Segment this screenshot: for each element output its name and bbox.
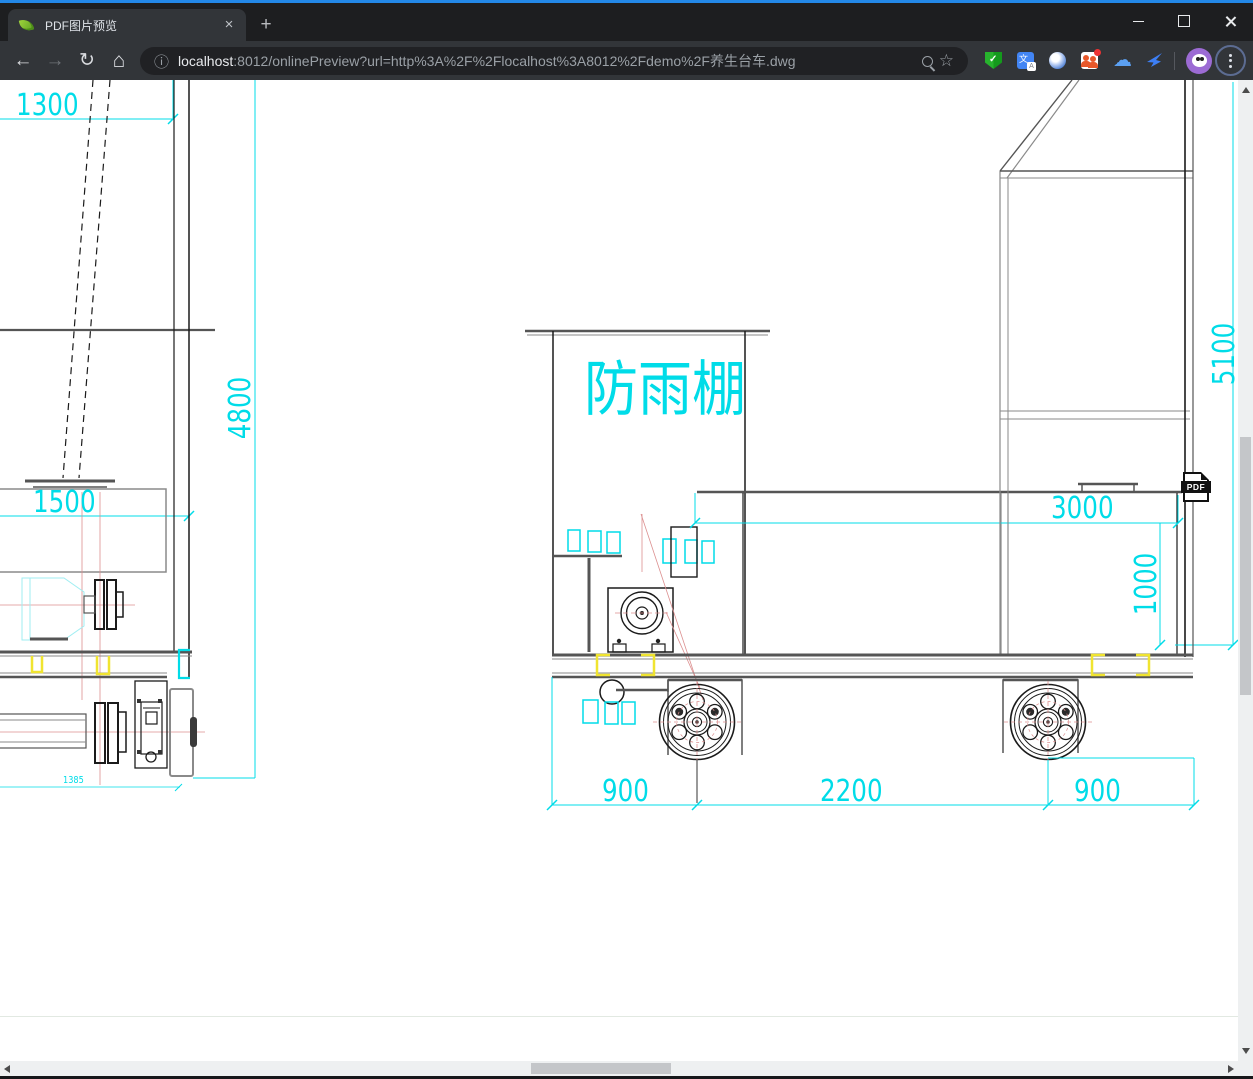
window-controls	[1115, 3, 1253, 39]
shelter-text-label: 防雨棚	[584, 355, 746, 425]
eye-dot	[1199, 57, 1204, 61]
vertical-scrollbar[interactable]	[1238, 80, 1253, 1061]
pdf-icon-label: PDF	[1181, 481, 1211, 493]
back-button[interactable]: ←	[8, 41, 38, 80]
scroll-down-arrow-icon[interactable]	[1242, 1048, 1250, 1054]
scrollbar-corner	[1238, 1061, 1253, 1076]
forward-button[interactable]: →	[40, 41, 70, 80]
person-icon	[1088, 56, 1098, 68]
maximize-button[interactable]	[1161, 3, 1207, 39]
extensions-divider	[1174, 52, 1175, 70]
minimize-button[interactable]	[1115, 3, 1161, 39]
translate-extension-icon[interactable]: 文 A	[1017, 52, 1036, 71]
dim-4800: 4800	[223, 376, 258, 440]
person-icon	[1081, 55, 1091, 67]
dim-900-right: 900	[1074, 774, 1121, 809]
url-host: localhost	[178, 53, 234, 69]
spring-leaf-favicon	[18, 17, 35, 33]
dim-900-left: 900	[602, 774, 649, 809]
vertical-scrollbar-thumb[interactable]	[1240, 437, 1251, 695]
notification-badge	[1094, 49, 1101, 56]
cad-drawing-canvas	[0, 79, 1239, 811]
tab-title: PDF图片预览	[45, 18, 118, 33]
dim-1300: 1300	[16, 88, 79, 123]
panda-face-icon	[1191, 54, 1207, 67]
pdf-icon-fold	[1201, 472, 1209, 480]
scroll-right-arrow-icon[interactable]	[1228, 1065, 1234, 1073]
sphere-extension-icon[interactable]	[1049, 52, 1066, 69]
page-boundary-line	[0, 1016, 1253, 1017]
cloud-extension-icon[interactable]: ☁	[1113, 51, 1132, 70]
close-icon	[1224, 15, 1237, 28]
shield-check-glyph: ✓	[989, 54, 998, 65]
scroll-left-arrow-icon[interactable]	[4, 1065, 10, 1073]
bookmark-star-icon[interactable]: ☆	[939, 51, 954, 71]
tab-bar: PDF图片预览 × +	[0, 3, 1253, 41]
dim-1000: 1000	[1129, 552, 1164, 616]
close-window-button[interactable]	[1207, 3, 1253, 39]
dim-2200: 2200	[820, 774, 883, 809]
address-bar[interactable]: ⓘ localhost:8012/onlinePreview?url=http%…	[140, 47, 968, 75]
url-path: :8012/onlinePreview?url=http%3A%2F%2Floc…	[233, 53, 796, 69]
browser-menu-button[interactable]	[1215, 45, 1246, 76]
minimize-icon	[1132, 20, 1144, 22]
browser-tab[interactable]: PDF图片预览 ×	[8, 9, 246, 41]
maximize-icon	[1178, 15, 1190, 27]
horizontal-scrollbar[interactable]	[0, 1061, 1238, 1076]
horizontal-scrollbar-thumb[interactable]	[531, 1063, 671, 1074]
bird-extension-icon[interactable]	[1146, 52, 1163, 69]
dim-5100: 5100	[1207, 322, 1242, 386]
eye-dot	[1195, 57, 1200, 61]
url-text: localhost:8012/onlinePreview?url=http%3A…	[178, 51, 922, 71]
scroll-up-arrow-icon[interactable]	[1242, 87, 1250, 93]
dim-3000: 3000	[1051, 491, 1114, 526]
zoom-icon[interactable]	[921, 55, 933, 67]
browser-toolbar: ← → ↻ ⌂ ⓘ localhost:8012/onlinePreview?u…	[0, 41, 1253, 80]
pdf-file-icon[interactable]: PDF	[1181, 472, 1211, 502]
shield-extension-icon[interactable]: ✓	[985, 52, 1002, 69]
translate-a-glyph: A	[1027, 62, 1036, 71]
site-info-icon[interactable]: ⓘ	[154, 51, 169, 72]
contacts-extension-icon[interactable]	[1081, 49, 1101, 69]
tab-close-icon[interactable]: ×	[220, 16, 238, 34]
dim-1385: 1385	[63, 775, 84, 786]
dim-1500: 1500	[33, 485, 96, 520]
profile-avatar[interactable]	[1186, 48, 1212, 74]
new-tab-button[interactable]: +	[256, 15, 276, 35]
reload-button[interactable]: ↻	[72, 41, 102, 80]
home-button[interactable]: ⌂	[104, 41, 134, 80]
